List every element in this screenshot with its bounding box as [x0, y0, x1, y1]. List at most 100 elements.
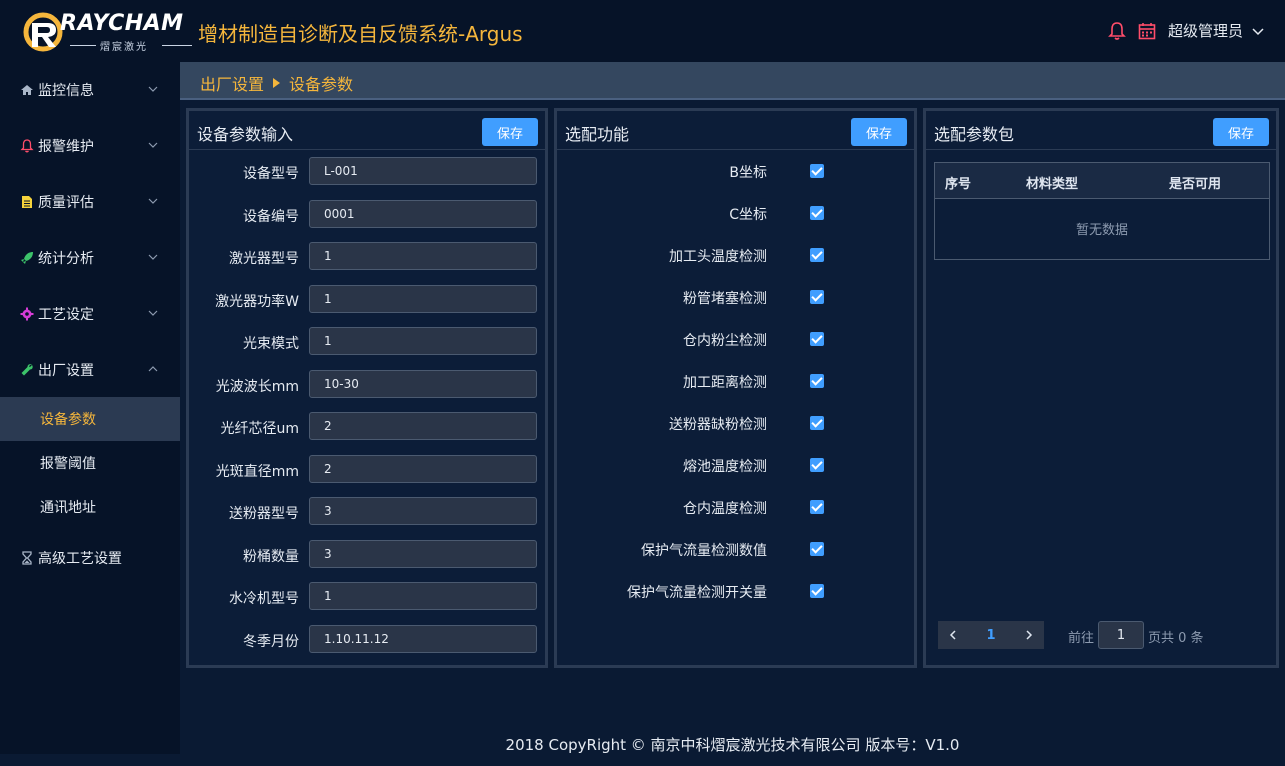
spot-diameter-input[interactable]	[309, 455, 537, 483]
sidebar-item-advanced-process[interactable]: 高级工艺设置	[0, 530, 180, 586]
field-label: 光波波长mm	[215, 379, 299, 395]
chiller-model-input[interactable]	[309, 582, 537, 610]
option-label: 仓内温度检测	[683, 501, 767, 517]
save-button[interactable]: 保存	[851, 118, 907, 146]
checkbox[interactable]	[810, 584, 824, 598]
goto-page-input[interactable]	[1098, 621, 1144, 649]
option-pool-temp: 熔池温度检测	[557, 455, 917, 475]
field-powder-bins: 粉桶数量	[189, 540, 539, 570]
sidebar-subitem-comm-address[interactable]: 通讯地址	[0, 485, 180, 529]
field-label: 冬季月份	[243, 634, 299, 650]
param-package-panel: 选配参数包 保存 序号 材料类型 是否可用 暂无数据 1 前往 页共 0 条	[923, 108, 1279, 668]
column-header[interactable]: 材料类型	[1026, 173, 1078, 192]
option-label: 粉管堵塞检测	[683, 291, 767, 307]
powder-feeder-input[interactable]	[309, 497, 537, 525]
sidebar-item-label: 监控信息	[38, 83, 94, 99]
field-winter-months: 冬季月份	[189, 625, 539, 655]
sidebar-item-statistics[interactable]: 统计分析	[0, 230, 180, 286]
save-button[interactable]: 保存	[482, 118, 538, 146]
checkbox[interactable]	[810, 500, 824, 514]
bell-icon[interactable]	[1108, 21, 1126, 41]
checkbox[interactable]	[810, 374, 824, 388]
powder-bins-input[interactable]	[309, 540, 537, 568]
sidebar: 监控信息 报警维护 质量评估 统计分析 工艺设定 出厂设置 设备参数 报警阈值 …	[0, 62, 180, 754]
laser-power-input[interactable]	[309, 285, 537, 313]
sidebar-item-label: 高级工艺设置	[38, 551, 122, 567]
field-label: 送粉器型号	[229, 506, 299, 522]
option-chamber-temp: 仓内温度检测	[557, 497, 917, 517]
winter-months-input[interactable]	[309, 625, 537, 653]
field-laser-model: 激光器型号	[189, 242, 539, 272]
wavelength-input[interactable]	[309, 370, 537, 398]
option-label: 保护气流量检测数值	[641, 543, 767, 559]
breadcrumb-parent[interactable]: 出厂设置	[200, 71, 264, 95]
checkbox[interactable]	[810, 458, 824, 472]
sidebar-subitem-alarm-threshold[interactable]: 报警阈值	[0, 441, 180, 485]
bell-icon	[20, 139, 34, 153]
checkbox[interactable]	[810, 332, 824, 346]
column-header[interactable]: 序号	[945, 173, 971, 192]
logo-divider	[162, 45, 192, 46]
option-c-axis: C坐标	[557, 203, 917, 223]
total-count: 页共 0 条	[1148, 631, 1204, 646]
chevron-right-icon	[1026, 630, 1033, 640]
home-icon	[21, 85, 33, 95]
checkbox[interactable]	[810, 416, 824, 430]
sidebar-item-process[interactable]: 工艺设定	[0, 286, 180, 342]
sidebar-item-monitor[interactable]: 监控信息	[0, 62, 180, 118]
empty-text: 暂无数据	[1075, 223, 1128, 238]
option-powder-shortage: 送粉器缺粉检测	[557, 413, 917, 433]
chevron-left-icon	[949, 630, 956, 640]
breadcrumb-separator-icon	[273, 78, 281, 88]
prev-page-button[interactable]	[938, 621, 968, 649]
checkbox[interactable]	[810, 248, 824, 262]
checkbox[interactable]	[810, 290, 824, 304]
panel-title: 设备参数输入	[197, 125, 294, 144]
option-work-distance: 加工距离检测	[557, 371, 917, 391]
logo-text: RAYCHAM	[60, 11, 184, 36]
laser-model-input[interactable]	[309, 242, 537, 270]
goto-label: 前往	[1068, 631, 1095, 646]
sidebar-item-alarm[interactable]: 报警维护	[0, 118, 180, 174]
chevron-down-icon	[148, 142, 158, 148]
field-label: 光束模式	[243, 336, 299, 352]
divider	[189, 149, 545, 150]
chevron-down-icon[interactable]	[1251, 24, 1265, 38]
calendar-icon[interactable]	[1138, 22, 1156, 40]
device-number-input[interactable]	[309, 200, 537, 228]
chevron-down-icon	[148, 254, 158, 260]
column-header[interactable]: 是否可用	[1169, 173, 1221, 192]
sidebar-item-factory-settings[interactable]: 出厂设置	[0, 342, 180, 398]
chevron-down-icon	[148, 198, 158, 204]
checkbox[interactable]	[810, 542, 824, 556]
app-title: 增材制造自诊断及自反馈系统-Argus	[198, 22, 523, 46]
save-button[interactable]: 保存	[1213, 118, 1269, 146]
field-label: 光斑直径mm	[215, 464, 299, 480]
wrench-icon	[21, 364, 33, 376]
sidebar-item-quality[interactable]: 质量评估	[0, 174, 180, 230]
field-spot-diameter: 光斑直径mm	[189, 455, 539, 485]
breadcrumb: 出厂设置 设备参数	[200, 71, 353, 95]
field-label: 激光器型号	[229, 251, 299, 267]
device-model-input[interactable]	[309, 157, 537, 185]
page-number[interactable]: 1	[968, 621, 1014, 649]
sidebar-subitem-device-params[interactable]: 设备参数	[0, 397, 180, 441]
checkbox[interactable]	[810, 164, 824, 178]
option-b-axis: B坐标	[557, 161, 917, 181]
sidebar-item-label: 出厂设置	[38, 363, 94, 379]
device-params-panel: 设备参数输入 保存 设备型号 设备编号 激光器型号 激光器功率W 光束模式 光波…	[186, 108, 548, 668]
option-label: 仓内粉尘检测	[683, 333, 767, 349]
options-panel: 选配功能 保存 B坐标 C坐标 加工头温度检测 粉管堵塞检测 仓内粉尘检测 加工…	[554, 108, 917, 668]
checkbox[interactable]	[810, 206, 824, 220]
hourglass-icon	[22, 551, 32, 565]
user-menu[interactable]: 超级管理员	[1168, 20, 1243, 41]
next-page-button[interactable]	[1014, 621, 1044, 649]
fiber-core-input[interactable]	[309, 412, 537, 440]
field-beam-mode: 光束模式	[189, 327, 539, 357]
beam-mode-input[interactable]	[309, 327, 537, 355]
chevron-up-icon	[148, 366, 158, 372]
sidebar-item-label: 工艺设定	[38, 307, 94, 323]
package-table: 序号 材料类型 是否可用 暂无数据	[934, 162, 1270, 260]
document-icon	[22, 196, 32, 208]
option-tube-clog: 粉管堵塞检测	[557, 287, 917, 307]
